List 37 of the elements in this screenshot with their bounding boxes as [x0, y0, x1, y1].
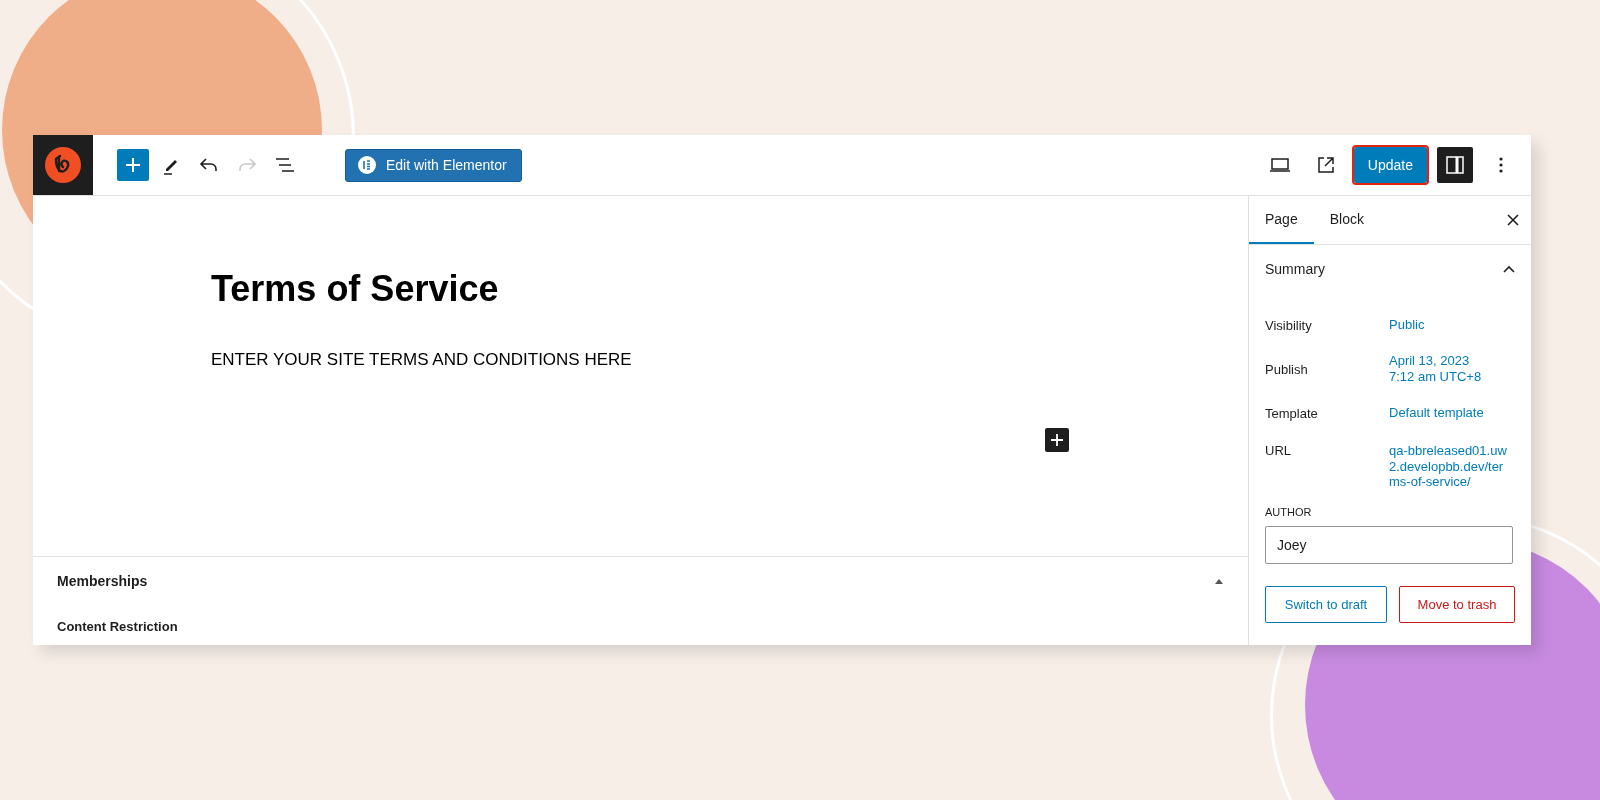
memberships-panel-toggle[interactable]: Memberships [57, 557, 1224, 605]
paragraph-text[interactable]: ENTER YOUR SITE TERMS AND CONDITIONS HERE [211, 350, 1248, 370]
redo-icon [237, 157, 257, 173]
page-title[interactable]: Terms of Service [211, 268, 1248, 310]
section-heading: Content Restriction [57, 619, 179, 634]
elementor-icon [358, 156, 376, 174]
close-icon [1507, 214, 1519, 226]
logo-icon [45, 147, 81, 183]
field-label: Publish [1265, 361, 1309, 377]
external-link-icon [1316, 156, 1335, 174]
field-label: Visibility [1265, 317, 1313, 333]
sidebar-icon [1445, 155, 1465, 175]
field-label: URL [1265, 443, 1292, 458]
field-label: Template [1265, 405, 1319, 421]
update-button[interactable]: Update [1353, 147, 1427, 183]
field-value-link[interactable]: Public [1389, 317, 1515, 333]
sidebar-tab[interactable]: Block [1313, 196, 1380, 244]
summary-panel-toggle[interactable]: Summary [1249, 245, 1531, 293]
plus-icon [125, 157, 141, 173]
switch-to-draft-button[interactable]: Switch to draft [1265, 585, 1387, 623]
more-icon [1499, 157, 1503, 173]
author-label: AUTHOR [1265, 505, 1313, 518]
settings-toggle[interactable] [1437, 147, 1473, 183]
field-value-link[interactable]: qa-bbreleased01.uw2.developbb.dev/terms-of-service/ [1389, 443, 1509, 490]
add-block-button[interactable] [1045, 428, 1069, 452]
laptop-icon [1268, 157, 1291, 173]
field-value-link[interactable]: April 13, 2023 7:12 am UTC+8 [1389, 353, 1515, 385]
list-icon [275, 157, 295, 173]
move-to-trash-button[interactable]: Move to trash [1399, 585, 1515, 623]
plus-icon [1050, 433, 1064, 447]
chevron-icon [1503, 265, 1515, 273]
edit-with-elementor-button[interactable]: Edit with Elementor [345, 148, 522, 182]
undo-icon [199, 157, 219, 173]
sidebar-tab[interactable]: Page [1249, 196, 1314, 244]
field-value-link[interactable]: Default template [1389, 405, 1515, 421]
triangle-icon [1214, 577, 1224, 585]
author-field[interactable]: Joey [1265, 525, 1513, 564]
